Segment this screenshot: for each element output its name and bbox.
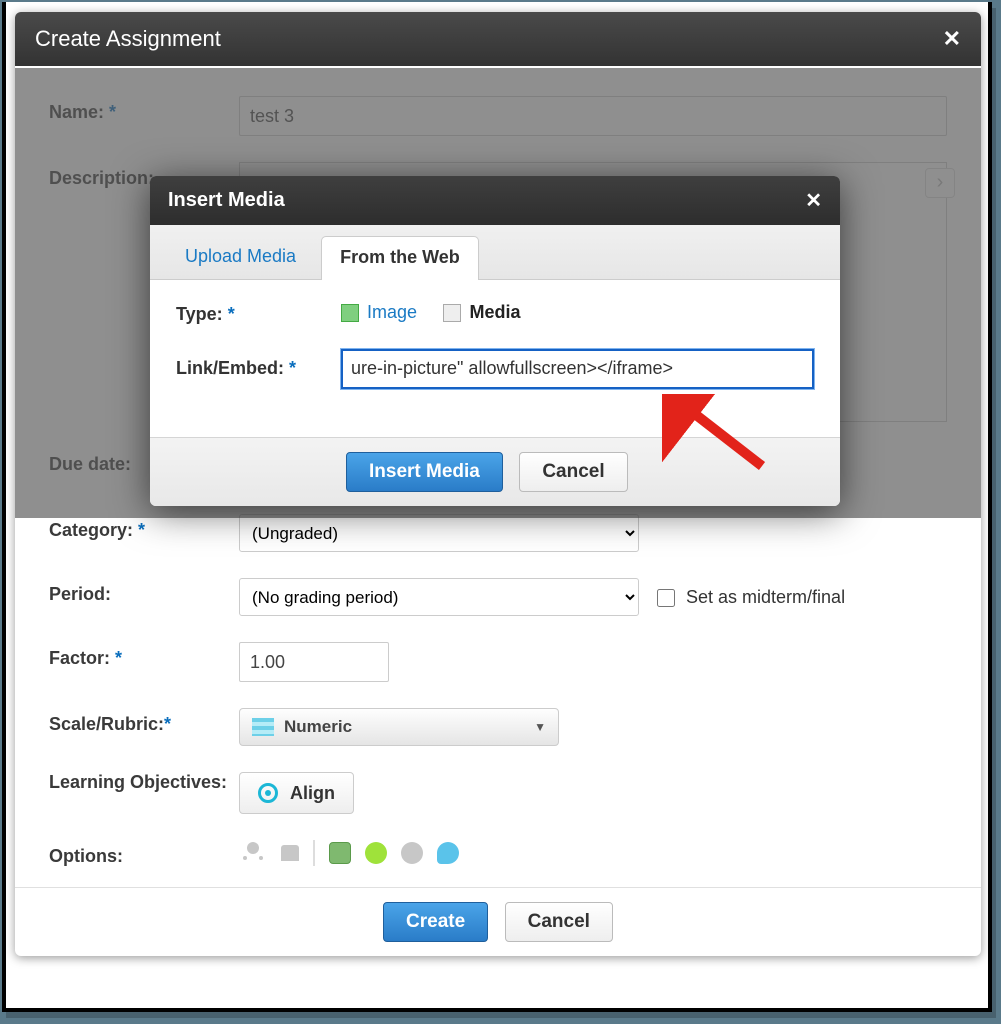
chevron-down-icon: ▼ bbox=[534, 720, 546, 734]
close-icon[interactable]: ✕ bbox=[943, 26, 961, 52]
tab-upload-media[interactable]: Upload Media bbox=[166, 235, 315, 279]
dialog-footer: Create Cancel bbox=[15, 887, 981, 956]
midterm-checkbox-label[interactable]: Set as midterm/final bbox=[657, 587, 845, 608]
scale-row: Scale/Rubric:* Numeric ▼ bbox=[49, 708, 947, 746]
required-mark: * bbox=[115, 648, 122, 668]
insert-media-title: Insert Media bbox=[168, 189, 285, 212]
image-icon bbox=[341, 304, 359, 322]
period-label: Period: bbox=[49, 578, 239, 605]
name-label: Name: * bbox=[49, 96, 239, 123]
link-embed-row: Link/Embed: * bbox=[176, 349, 814, 389]
type-image-option[interactable]: Image bbox=[341, 302, 417, 323]
options-icons bbox=[239, 840, 947, 866]
category-label: Category: * bbox=[49, 514, 239, 541]
tab-from-web[interactable]: From the Web bbox=[321, 236, 479, 280]
globe-icon[interactable] bbox=[401, 842, 423, 864]
required-mark: * bbox=[109, 102, 116, 122]
package-icon[interactable] bbox=[329, 842, 351, 864]
align-button[interactable]: Align bbox=[239, 772, 354, 814]
insert-media-header: Insert Media ✕ bbox=[150, 176, 840, 225]
separator bbox=[313, 840, 315, 866]
required-mark: * bbox=[138, 520, 145, 540]
target-icon bbox=[258, 783, 278, 803]
insert-media-footer: Insert Media Cancel bbox=[150, 437, 840, 506]
required-mark: * bbox=[164, 714, 171, 734]
insert-media-body: Type: * Image Media Link/Embed: * bbox=[150, 280, 840, 437]
scale-value: Numeric bbox=[284, 717, 352, 737]
link-embed-label: Link/Embed: * bbox=[176, 358, 341, 379]
options-row: Options: bbox=[49, 840, 947, 867]
dialog-title: Create Assignment bbox=[35, 26, 221, 52]
type-label: Type: * bbox=[176, 304, 341, 325]
insert-media-dialog: Insert Media ✕ Upload Media From the Web… bbox=[150, 176, 840, 506]
insert-media-cancel-button[interactable]: Cancel bbox=[519, 452, 627, 492]
status-dot-icon[interactable] bbox=[365, 842, 387, 864]
lock-icon[interactable] bbox=[281, 845, 299, 861]
scale-label: Scale/Rubric:* bbox=[49, 708, 239, 735]
midterm-checkbox[interactable] bbox=[657, 589, 675, 607]
name-row: Name: * bbox=[49, 96, 947, 136]
insert-media-tabs: Upload Media From the Web bbox=[150, 225, 840, 280]
scale-rubric-select[interactable]: Numeric ▼ bbox=[239, 708, 559, 746]
chevron-right-icon[interactable]: › bbox=[925, 168, 955, 198]
category-select[interactable]: (Ungraded) bbox=[239, 514, 639, 552]
name-input[interactable] bbox=[239, 96, 947, 136]
factor-input[interactable] bbox=[239, 642, 389, 682]
cancel-button[interactable]: Cancel bbox=[505, 902, 613, 942]
media-icon bbox=[443, 304, 461, 322]
link-embed-input[interactable] bbox=[341, 349, 814, 389]
dialog-header: Create Assignment ✕ bbox=[15, 12, 981, 66]
factor-label: Factor: * bbox=[49, 642, 239, 669]
share-icon[interactable] bbox=[247, 842, 259, 854]
close-icon[interactable]: ✕ bbox=[805, 188, 822, 213]
create-button[interactable]: Create bbox=[383, 902, 488, 942]
options-label: Options: bbox=[49, 840, 239, 867]
objectives-label: Learning Objectives: bbox=[49, 772, 239, 793]
category-row: Category: * (Ungraded) bbox=[49, 514, 947, 552]
comment-icon[interactable] bbox=[437, 842, 459, 864]
type-media-option[interactable]: Media bbox=[443, 302, 520, 323]
objectives-row: Learning Objectives: Align bbox=[49, 772, 947, 814]
required-mark: * bbox=[289, 358, 296, 378]
period-select[interactable]: (No grading period) bbox=[239, 578, 639, 616]
required-mark: * bbox=[228, 304, 235, 324]
period-row: Period: (No grading period) Set as midte… bbox=[49, 578, 947, 616]
factor-row: Factor: * bbox=[49, 642, 947, 682]
type-row: Type: * Image Media bbox=[176, 302, 814, 327]
rubric-icon bbox=[252, 718, 274, 736]
insert-media-button[interactable]: Insert Media bbox=[346, 452, 503, 492]
